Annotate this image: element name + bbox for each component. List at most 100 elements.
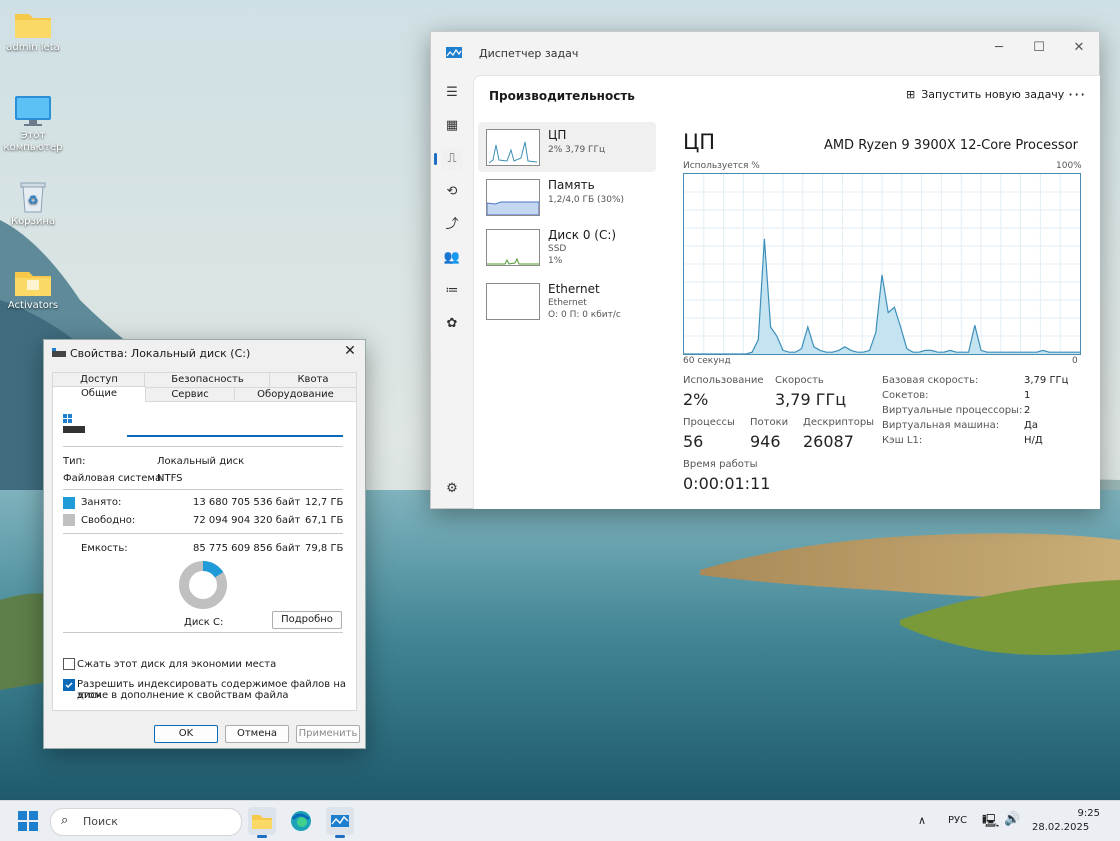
resource-name: Диск 0 (C:): [548, 228, 617, 242]
processes-icon[interactable]: ▦: [441, 115, 463, 137]
task-manager-taskbar-button[interactable]: [326, 807, 354, 838]
close-button[interactable]: ✕: [1069, 38, 1089, 58]
detail-value: Н/Д: [1024, 435, 1043, 446]
cancel-button[interactable]: Отмена: [225, 725, 289, 743]
running-indicator: [257, 835, 267, 838]
users-icon[interactable]: 👥: [441, 247, 463, 269]
file-explorer-button[interactable]: [248, 807, 276, 838]
window-title: Диспетчер задач: [479, 47, 579, 60]
index-checkbox[interactable]: [63, 679, 75, 691]
desktop-icon-label: Activators: [7, 300, 59, 311]
speed-label: Скорость: [775, 375, 824, 386]
hamburger-menu-icon[interactable]: ☰: [441, 82, 463, 104]
compress-label: Сжать этот диск для экономии места: [77, 659, 277, 670]
search-placeholder: Поиск: [83, 815, 118, 828]
run-new-task-label: Запустить новую задачу: [921, 88, 1065, 101]
task-manager-window: Диспетчер задач ─ ☐ ✕ ☰ ▦ ⎍ ⟲ ⤴ 👥 ≔ ✿ ⚙ …: [430, 31, 1100, 509]
desktop-icon-recycle-bin[interactable]: ♻ Корзина: [0, 180, 66, 228]
desktop-icon-label: admin leta: [6, 42, 60, 53]
volume-label-input[interactable]: [127, 420, 343, 437]
detail-key: Сокетов:: [882, 390, 929, 401]
apply-button[interactable]: Применить: [296, 725, 360, 743]
resource-memory[interactable]: Память 1,2/4,0 ГБ (30%): [478, 172, 656, 222]
tab-quota[interactable]: Квота: [269, 372, 357, 388]
chevron-up-icon[interactable]: ∧: [918, 814, 926, 827]
tab-security[interactable]: Безопасность: [144, 372, 271, 388]
more-options-icon[interactable]: ···: [1068, 85, 1086, 104]
tab-general[interactable]: Общие: [52, 386, 146, 402]
app-history-icon[interactable]: ⟲: [441, 181, 463, 203]
clock-time[interactable]: 9:25: [1060, 808, 1100, 819]
used-gb: 12,7 ГБ: [305, 497, 344, 508]
title-bar[interactable]: Диспетчер задач ─ ☐ ✕: [431, 32, 1099, 72]
services-icon[interactable]: ✿: [441, 313, 463, 335]
disk-usage-donut: [179, 561, 227, 609]
maximize-button[interactable]: ☐: [1029, 38, 1049, 58]
disk-properties-dialog: Свойства: Локальный диск (C:) ✕ Доступ Б…: [43, 339, 366, 749]
capacity-bytes: 85 775 609 856 байт: [193, 543, 301, 554]
detail-key: Виртуальная машина:: [882, 420, 1000, 431]
used-label: Занято:: [81, 497, 122, 508]
memory-thumbnail-graph: [486, 179, 540, 216]
capacity-label: Емкость:: [81, 543, 128, 554]
divider: [63, 632, 343, 633]
resource-name: Память: [548, 178, 595, 192]
time-left-label: 60 секунд: [683, 356, 731, 366]
free-label: Свободно:: [81, 515, 136, 526]
capacity-gb: 79,8 ГБ: [305, 543, 344, 554]
desktop-icon-admin-leta[interactable]: admin leta: [0, 8, 66, 54]
edge-browser-button[interactable]: [287, 807, 315, 835]
details-icon[interactable]: ≔: [441, 280, 463, 302]
details-button[interactable]: Подробно: [272, 611, 342, 629]
close-button[interactable]: ✕: [341, 343, 359, 359]
dialog-title: Свойства: Локальный диск (C:): [70, 347, 251, 360]
processor-name: AMD Ryzen 9 3900X 12-Core Processor: [823, 138, 1078, 153]
clock-date[interactable]: 28.02.2025: [1032, 822, 1089, 833]
performance-icon[interactable]: ⎍: [434, 148, 463, 170]
detail-key: Виртуальные процессоры:: [882, 405, 1023, 416]
resource-cpu[interactable]: ЦП 2% 3,79 ГГц: [478, 122, 656, 172]
ethernet-thumbnail-graph: [486, 283, 540, 320]
resource-sub: Ethernet: [548, 298, 587, 308]
free-space-swatch: [63, 514, 75, 526]
cpu-thumbnail-graph: [486, 129, 540, 166]
cpu-graph-canvas: [684, 174, 1080, 355]
folder-icon: [15, 272, 51, 296]
desktop-icon-label: Этот компьютер: [3, 130, 63, 153]
recycle-bin-icon: ♻: [20, 182, 46, 213]
run-new-task-button[interactable]: ⊞ Запустить новую задачу: [906, 88, 1064, 101]
free-bytes: 72 094 904 320 байт: [193, 515, 301, 526]
cpu-usage-graph: [683, 173, 1081, 355]
taskbar: ⌕ Поиск ∧ РУС 🖳 🔊 9:25 28.02.2025: [0, 800, 1120, 841]
resource-sub: О: 0 П: 0 кбит/с: [548, 310, 621, 320]
threads-label: Потоки: [750, 417, 789, 428]
desktop-icon-this-pc[interactable]: Этот компьютер: [0, 94, 66, 154]
desktop-icon-activators[interactable]: Activators: [0, 266, 66, 312]
performance-page: Производительность ⊞ Запустить новую зад…: [473, 75, 1100, 509]
start-button-icon[interactable]: [18, 811, 38, 831]
uptime-value: 0:00:01:11: [683, 474, 771, 493]
settings-gear-icon[interactable]: ⚙: [441, 478, 463, 500]
time-right-label: 0: [1072, 356, 1078, 366]
divider: [63, 489, 343, 490]
type-label: Тип:: [63, 456, 86, 467]
compress-checkbox[interactable]: [63, 658, 75, 670]
resource-name: ЦП: [548, 128, 567, 142]
resource-ethernet[interactable]: Ethernet Ethernet О: 0 П: 0 кбит/с: [478, 276, 656, 326]
language-indicator[interactable]: РУС: [948, 815, 967, 826]
ok-button[interactable]: OK: [154, 725, 218, 743]
filesystem-value: NTFS: [157, 473, 183, 484]
taskbar-search[interactable]: ⌕ Поиск: [50, 808, 242, 836]
detail-value: 3,79 ГГц: [1024, 375, 1069, 386]
startup-apps-icon[interactable]: ⤴: [441, 214, 463, 236]
edge-browser-icon: [291, 811, 311, 831]
volume-icon[interactable]: 🔊: [1004, 812, 1020, 827]
free-gb: 67,1 ГБ: [305, 515, 344, 526]
resource-disk[interactable]: Диск 0 (C:) SSD 1%: [478, 222, 656, 272]
uptime-label: Время работы: [683, 459, 758, 470]
network-icon[interactable]: 🖳: [982, 812, 999, 834]
svg-text:♻: ♻: [28, 193, 39, 207]
minimize-button[interactable]: ─: [989, 38, 1009, 58]
general-tab-panel: Тип: Локальный диск Файловая система: NT…: [52, 401, 357, 711]
detail-value: 2: [1024, 405, 1031, 416]
